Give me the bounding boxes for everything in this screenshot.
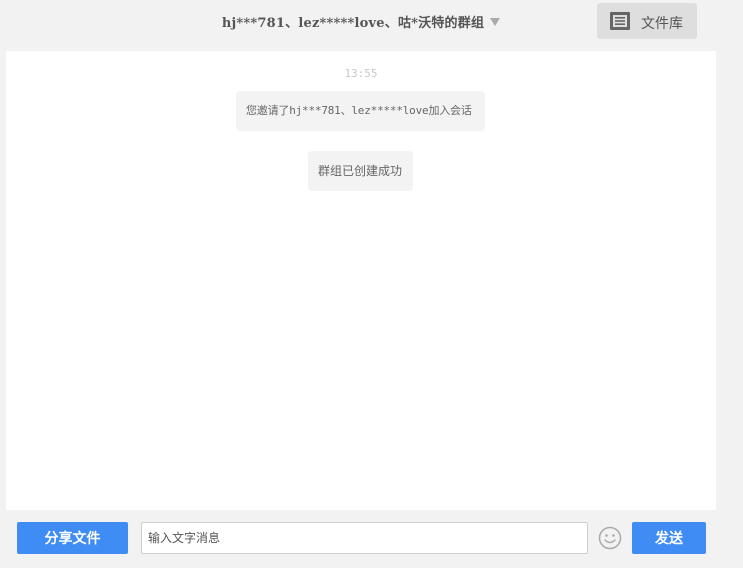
- smiley-icon[interactable]: [598, 526, 622, 550]
- system-message-group-created: 群组已创建成功: [308, 151, 413, 191]
- message-list[interactable]: 13:55 您邀请了hj***781、lez*****love加入会话 群组已创…: [6, 51, 716, 510]
- system-message-invite: 您邀请了hj***781、lez*****love加入会话: [236, 91, 485, 131]
- message-timestamp: 13:55: [344, 67, 378, 80]
- message-composer: 分享文件 发送: [0, 510, 743, 568]
- send-button[interactable]: 发送: [632, 522, 706, 554]
- message-input[interactable]: [141, 522, 588, 554]
- chat-header: hj***781、lez*****love、咕*沃特的群组 文件库: [6, 0, 716, 48]
- chevron-down-icon[interactable]: [490, 18, 501, 26]
- document-icon: [610, 12, 630, 30]
- group-title-text[interactable]: hj***781、lez*****love、咕*沃特的群组: [222, 16, 484, 31]
- file-library-label: 文件库: [641, 16, 683, 32]
- share-file-button[interactable]: 分享文件: [17, 522, 128, 554]
- file-library-button[interactable]: 文件库: [597, 3, 697, 39]
